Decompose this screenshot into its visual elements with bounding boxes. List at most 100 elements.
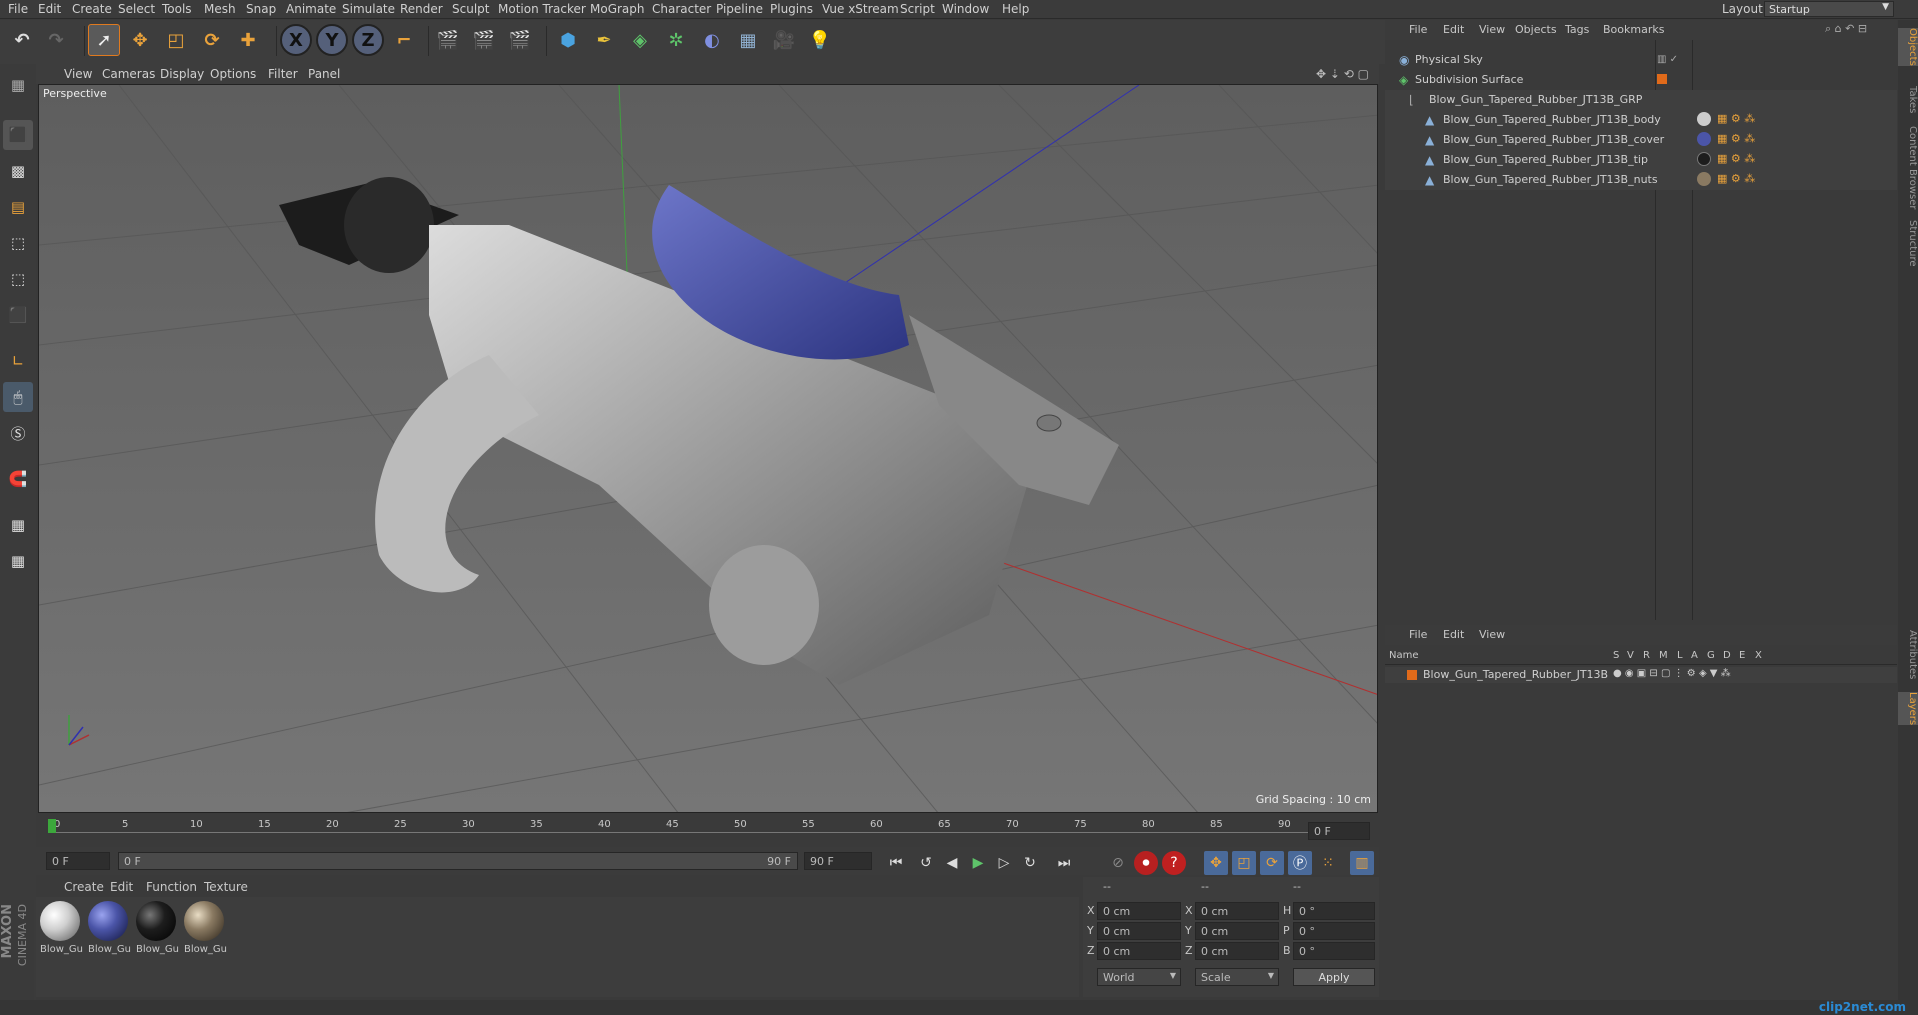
menu-mograph[interactable]: MoGraph (590, 2, 645, 16)
menu-help[interactable]: Help (1002, 2, 1029, 16)
tab-structure[interactable]: Structure (1898, 220, 1918, 267)
material-tag-icon[interactable] (1697, 132, 1711, 146)
frame-range-slider[interactable]: 0 F 90 F (118, 852, 798, 870)
next-frame-button[interactable]: ▷ (992, 851, 1016, 875)
pen-button[interactable]: ✒ (588, 24, 620, 56)
rotation-b-field[interactable]: 0 ° (1293, 942, 1375, 960)
material-swatch[interactable]: Blow_Gu (184, 901, 227, 955)
menu-window[interactable]: Window (942, 2, 989, 16)
menu-character[interactable]: Character (652, 2, 711, 16)
z-axis-lock-button[interactable]: Z (352, 24, 384, 56)
rotate-tool-button[interactable]: ⟳ (196, 24, 228, 56)
keyframe-selection-button[interactable]: ? (1162, 851, 1186, 875)
menu-plugins[interactable]: Plugins (770, 2, 813, 16)
menu-sculpt[interactable]: Sculpt (452, 2, 489, 16)
coordinate-system-button[interactable]: ⌐ (388, 24, 420, 56)
menu-snap[interactable]: Snap (246, 2, 276, 16)
undo-button[interactable]: ↶ (6, 24, 38, 56)
object-row[interactable]: ▲ Blow_Gun_Tapered_Rubber_JT13B_body ▦ ⚙… (1385, 110, 1897, 130)
key-position-button[interactable]: ✥ (1204, 851, 1228, 875)
cube-button[interactable]: ⬢ (552, 24, 584, 56)
position-y-field[interactable]: 0 cm (1097, 922, 1181, 940)
y-axis-lock-button[interactable]: Y (316, 24, 348, 56)
menu-animate[interactable]: Animate (286, 2, 336, 16)
texture-mode-button[interactable]: ▩ (3, 156, 33, 186)
menu-script[interactable]: Script (900, 2, 935, 16)
x-axis-lock-button[interactable]: X (280, 24, 312, 56)
auto-key-button[interactable]: ⏺ (1134, 851, 1158, 875)
previous-key-button[interactable]: ↺ (914, 851, 938, 875)
axis-mode-button[interactable]: ∟ (3, 346, 33, 376)
camera-button[interactable]: 🎥 (768, 24, 800, 56)
viewport-menu-filter[interactable]: Filter (268, 67, 298, 81)
render-settings-button[interactable]: 🎬 (504, 24, 536, 56)
object-menu-edit[interactable]: Edit (1443, 23, 1464, 36)
solo-button[interactable]: Ⓢ (3, 418, 33, 448)
menu-create[interactable]: Create (72, 2, 112, 16)
select-tool-button[interactable]: ➚ (88, 24, 120, 56)
viewport-menu-view[interactable]: View (64, 67, 92, 81)
search-icon[interactable]: ⌕ ⌂ ↶ ⊟ (1825, 22, 1867, 36)
texture-tag-icons[interactable]: ▦ ⚙ ⁂ (1717, 112, 1755, 125)
previous-frame-button[interactable]: ◀ (940, 851, 964, 875)
object-row[interactable]: ▲ Blow_Gun_Tapered_Rubber_JT13B_cover ▦ … (1385, 130, 1897, 150)
key-rotation-button[interactable]: ⟳ (1260, 851, 1284, 875)
render-picture-viewer-button[interactable]: 🎬 (468, 24, 500, 56)
object-row[interactable]: ⌊ Blow_Gun_Tapered_Rubber_JT13B_GRP (1385, 90, 1897, 110)
play-button[interactable]: ▶ (966, 851, 990, 875)
material-menu-edit[interactable]: Edit (110, 880, 133, 894)
key-parameter-button[interactable]: Ⓟ (1288, 851, 1312, 875)
next-key-button[interactable]: ↻ (1018, 851, 1042, 875)
layer-menu-file[interactable]: File (1409, 628, 1427, 641)
tab-layers[interactable]: Layers (1898, 692, 1918, 726)
record-keys-button[interactable]: ⊘ (1106, 851, 1130, 875)
size-z-field[interactable]: 0 cm (1195, 942, 1279, 960)
viewport-menu-display[interactable]: Display (160, 67, 204, 81)
object-menu-bookmarks[interactable]: Bookmarks (1603, 23, 1664, 36)
size-y-field[interactable]: 0 cm (1195, 922, 1279, 940)
object-row[interactable]: ▲ Blow_Gun_Tapered_Rubber_JT13B_nuts ▦ ⚙… (1385, 170, 1897, 190)
menu-tools[interactable]: Tools (162, 2, 192, 16)
key-scale-button[interactable]: ◰ (1232, 851, 1256, 875)
menu-simulate[interactable]: Simulate (342, 2, 395, 16)
menu-pipeline[interactable]: Pipeline (716, 2, 763, 16)
layer-menu-view[interactable]: View (1479, 628, 1505, 641)
material-swatch[interactable]: Blow_Gu (40, 901, 83, 955)
model-mode-button[interactable]: ⬛ (3, 120, 33, 150)
object-menu-file[interactable]: File (1409, 23, 1427, 36)
visibility-icon[interactable]: ▥ ✓ (1657, 54, 1678, 65)
timeline-ruler[interactable]: 0 5 10 15 20 25 30 35 40 45 50 55 60 65 … (48, 819, 1348, 833)
position-x-field[interactable]: 0 cm (1097, 902, 1181, 920)
tab-objects[interactable]: Objects (1898, 28, 1918, 66)
deformer-button[interactable]: ◐ (696, 24, 728, 56)
viewport-menu-cameras[interactable]: Cameras (102, 67, 155, 81)
layer-toggle-icons[interactable]: ● ◉ ▣ ⊟ ▢ ⋮ ⚙ ◈ ▼ ⁂ (1613, 668, 1731, 679)
tab-attributes[interactable]: Attributes (1898, 630, 1918, 679)
go-to-end-button[interactable]: ⏭ (1052, 851, 1076, 875)
end-frame-field[interactable]: 90 F (804, 852, 872, 870)
material-menu-create[interactable]: Create (64, 880, 104, 894)
object-menu-tags[interactable]: Tags (1565, 23, 1589, 36)
scale-dropdown[interactable]: Scale ▼ (1195, 968, 1279, 986)
move-tool-button[interactable]: ✥ (124, 24, 156, 56)
planar-workplane-button[interactable]: ▦ (3, 546, 33, 576)
cloner-button[interactable]: ✲ (660, 24, 692, 56)
menu-mesh[interactable]: Mesh (204, 2, 236, 16)
tab-takes[interactable]: Takes (1898, 86, 1918, 113)
texture-tag-icons[interactable]: ▦ ⚙ ⁂ (1717, 172, 1755, 185)
menu-vue-xstream[interactable]: Vue xStream (822, 2, 899, 16)
world-dropdown[interactable]: World ▼ (1097, 968, 1181, 986)
position-z-field[interactable]: 0 cm (1097, 942, 1181, 960)
start-frame-field[interactable]: 0 F (46, 852, 110, 870)
snap-button[interactable]: 🧲 (3, 464, 33, 494)
object-menu-objects[interactable]: Objects (1515, 23, 1557, 36)
menu-file[interactable]: File (8, 2, 28, 16)
key-pla-button[interactable]: ⁙ (1316, 851, 1340, 875)
material-menu-function[interactable]: Function (146, 880, 197, 894)
layer-menu-edit[interactable]: Edit (1443, 628, 1464, 641)
material-tag-icon[interactable] (1697, 152, 1711, 166)
rotation-p-field[interactable]: 0 ° (1293, 922, 1375, 940)
layer-color-swatch[interactable] (1407, 670, 1417, 680)
texture-tag-icons[interactable]: ▦ ⚙ ⁂ (1717, 132, 1755, 145)
material-swatch[interactable]: Blow_Gu (136, 901, 179, 955)
